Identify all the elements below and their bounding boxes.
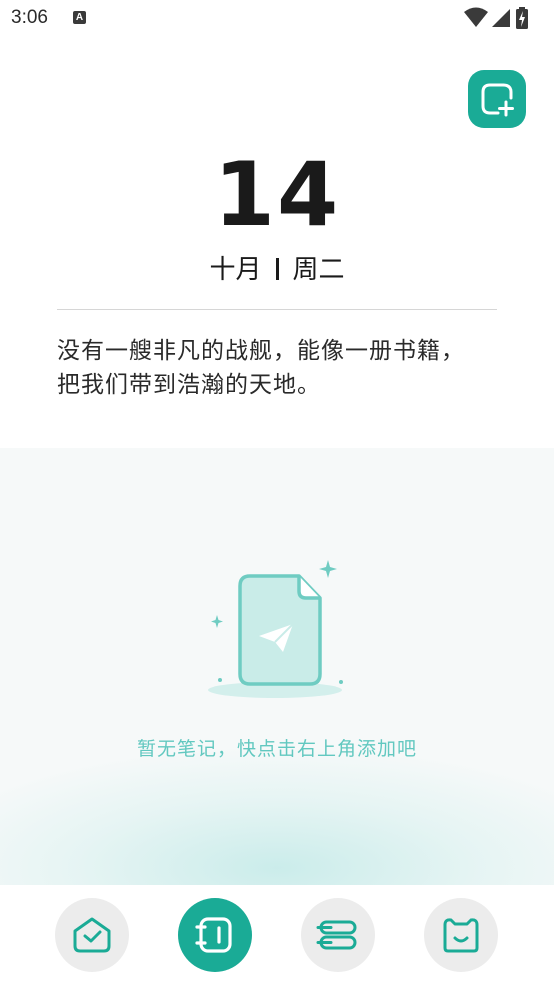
notes-list-panel: 暂无笔记，快点击右上角添加吧	[0, 448, 554, 885]
home-check-icon	[73, 917, 111, 953]
add-note-button[interactable]	[468, 70, 526, 128]
status-time: 3:06	[11, 7, 48, 28]
quote-line-2: 把我们带到浩瀚的天地。	[57, 372, 321, 398]
nav-home-button[interactable]	[55, 898, 129, 972]
add-note-icon	[481, 83, 514, 117]
battery-charging-icon	[516, 7, 528, 29]
notebook-icon	[195, 917, 232, 953]
signal-icon	[492, 9, 510, 27]
date-month: 十月	[209, 255, 262, 285]
quote-line-1: 没有一艘非凡的战舰，能像一册书籍，	[57, 338, 465, 364]
date-weekday: 周二	[292, 255, 345, 285]
date-day: 14	[213, 143, 341, 246]
stack-icon	[316, 920, 357, 950]
mascot-icon	[443, 918, 479, 953]
status-bar: 3:06 A	[0, 0, 554, 38]
date-separator	[275, 258, 279, 280]
nav-categories-button[interactable]	[301, 898, 375, 972]
bottom-nav	[0, 885, 554, 984]
a-icon: A	[73, 11, 86, 24]
daily-quote: 没有一艘非凡的战舰，能像一册书籍， 把我们带到浩瀚的天地。	[57, 334, 497, 402]
empty-state-message: 暂无笔记，快点击右上角添加吧	[136, 738, 417, 760]
divider	[57, 309, 497, 310]
nav-profile-button[interactable]	[424, 898, 498, 972]
date-subtitle: 十月 周二	[0, 252, 554, 288]
status-icons	[464, 7, 544, 29]
empty-document-icon	[208, 560, 343, 698]
nav-notes-button[interactable]	[178, 898, 252, 972]
panel-glow	[0, 748, 554, 885]
wifi-icon	[464, 7, 488, 27]
